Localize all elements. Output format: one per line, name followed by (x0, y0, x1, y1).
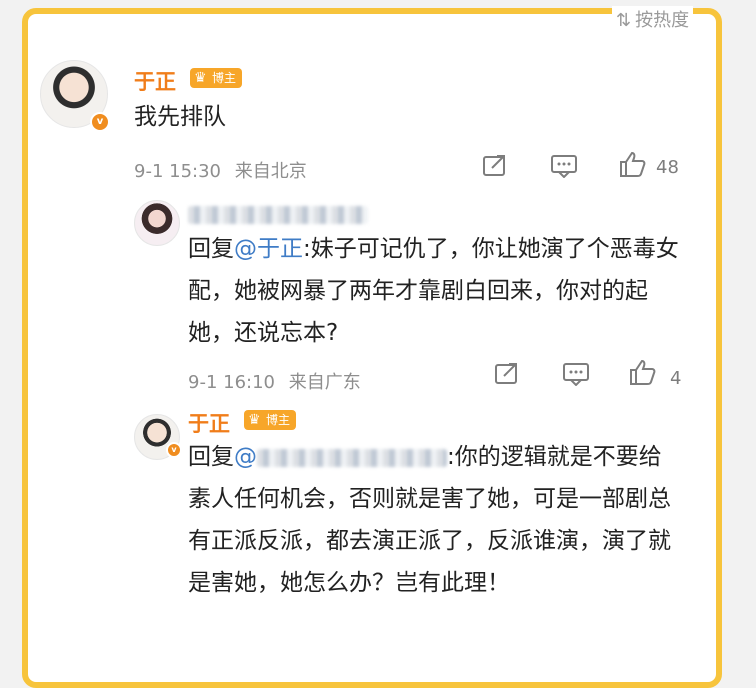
comment-author[interactable]: 于正 (134, 66, 176, 96)
share-icon[interactable] (494, 362, 520, 391)
highlight-frame: ⇅按热度 v 于正 博主 我先排队 9-1 15:30 来自北京 48 回复@于… (22, 6, 722, 688)
host-badge: 博主 (190, 68, 243, 88)
comment-text: 回复@于正:妹子可记仇了，你让她演了个恶毒女配，她被网暴了两年才靠剧白回来，你对… (188, 228, 688, 354)
like-count: 4 (670, 368, 682, 389)
comment-location: 来自广东 (288, 372, 361, 393)
verified-badge-icon: v (90, 112, 110, 132)
comment-icon[interactable] (550, 154, 578, 183)
like-icon[interactable] (618, 150, 646, 183)
like-icon[interactable] (628, 358, 656, 391)
swap-arrows-icon: ⇅ (616, 10, 632, 31)
share-icon[interactable] (482, 154, 508, 183)
redacted-username (188, 206, 368, 228)
like-count: 48 (656, 157, 679, 178)
avatar[interactable] (134, 200, 180, 246)
comment-meta: 9-1 15:30 来自北京 (134, 157, 307, 183)
comment-meta: 9-1 16:10 来自广东 (188, 368, 361, 394)
host-badge: 博主 (244, 410, 297, 430)
reply-prefix: 回复 (188, 236, 234, 262)
comment-text: 回复@:你的逻辑就是不要给素人任何机会，否则就是害了她，可是一部剧总有正派反派，… (188, 436, 678, 604)
reply-prefix: 回复 (188, 444, 234, 470)
sort-label: 按热度 (635, 10, 690, 31)
verified-badge-icon: v (166, 442, 182, 458)
comment-time: 9-1 15:30 (134, 161, 221, 182)
comment-icon[interactable] (562, 362, 590, 391)
comment-author[interactable]: 于正 (188, 408, 230, 438)
sort-by-hot[interactable]: ⇅ 按热度 (612, 6, 694, 32)
comment-time: 9-1 16:10 (188, 372, 275, 393)
mention-link[interactable]: @于正 (234, 236, 303, 262)
comment-location: 来自北京 (234, 161, 307, 182)
comment-text: 我先排队 (134, 104, 226, 130)
mention-link[interactable]: @ (234, 444, 447, 470)
